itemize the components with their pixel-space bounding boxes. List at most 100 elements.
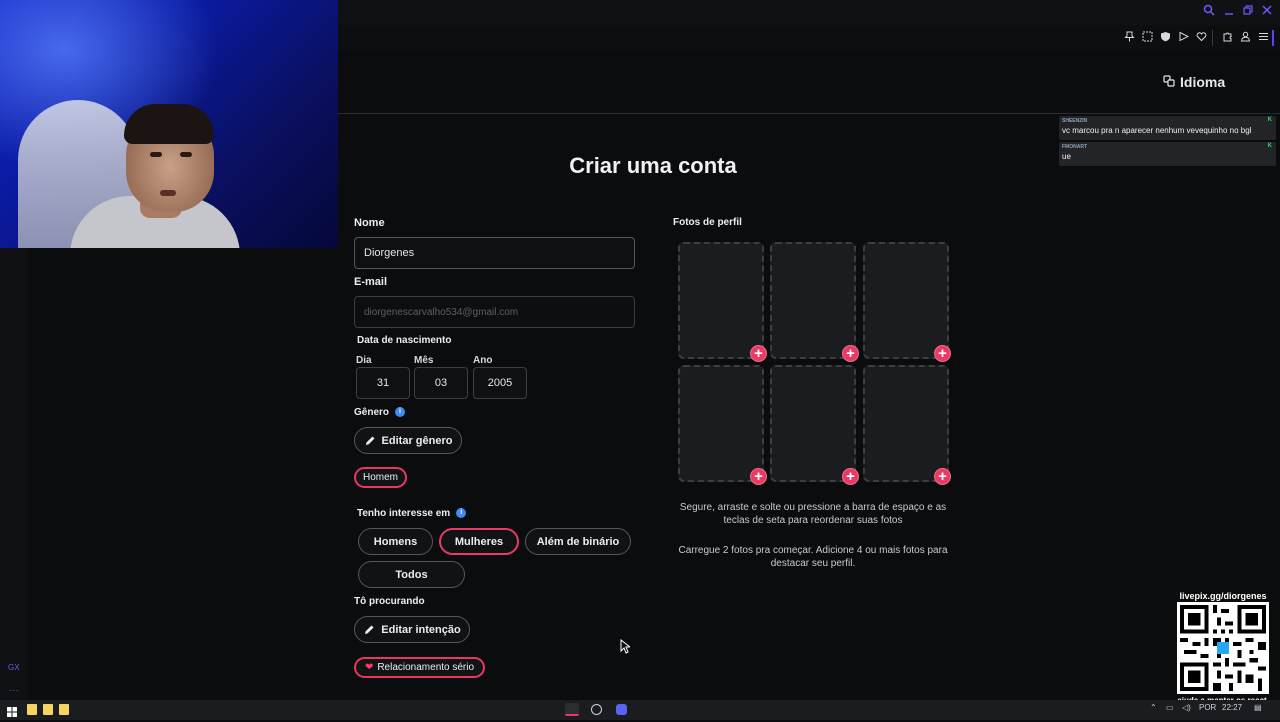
qr-url: livepix.gg/diorgenes (1179, 591, 1267, 601)
photos-label: Fotos de perfil (673, 217, 742, 228)
play-icon[interactable] (1176, 31, 1190, 45)
day-value: 31 (376, 377, 390, 389)
taskbar-app-icon[interactable] (591, 704, 602, 715)
interest-label: Tenho interesse em (357, 508, 451, 519)
month-input[interactable]: 03 (414, 367, 468, 399)
file-explorer-icon[interactable] (27, 704, 37, 715)
year-label: Ano (473, 355, 493, 366)
name-value: Diorgenes (364, 247, 415, 259)
photo-slot[interactable] (678, 365, 764, 482)
year-input[interactable]: 2005 (473, 367, 527, 399)
page-title: Criar uma conta (569, 153, 737, 178)
gender-tag[interactable]: Homem (354, 467, 407, 488)
file-explorer-icon[interactable] (43, 704, 53, 715)
gender-label: Gênero (354, 407, 390, 418)
profile-icon[interactable] (1238, 31, 1252, 45)
search-icon[interactable] (1201, 4, 1217, 20)
edit-intention-label: Editar intenção (381, 623, 461, 636)
pin-icon[interactable] (1122, 31, 1136, 45)
add-photo-icon[interactable]: + (934, 468, 951, 485)
chat-text: ue (1062, 152, 1071, 161)
info-icon[interactable]: i (456, 508, 467, 519)
network-icon[interactable]: ▭ (1166, 703, 1174, 712)
add-photo-icon[interactable]: + (750, 468, 767, 485)
chat-username: FMONART (1062, 144, 1087, 150)
photo-slot[interactable] (770, 365, 856, 482)
photo-slot[interactable] (863, 242, 949, 359)
interest-option-all[interactable]: Todos (358, 561, 465, 588)
photo-slot[interactable] (678, 242, 764, 359)
close-icon[interactable] (1259, 4, 1275, 20)
gender-label-row: Gênero i (354, 407, 406, 418)
info-icon[interactable]: i (395, 407, 406, 418)
add-photo-icon[interactable]: + (842, 345, 859, 362)
language-button[interactable]: Idioma (1163, 74, 1225, 90)
menu-icon[interactable] (1256, 31, 1270, 45)
day-input[interactable]: 31 (356, 367, 410, 399)
windows-start-icon[interactable] (7, 704, 17, 717)
chat-text: vc marcou pra n aparecer nenhum vevequin… (1062, 126, 1252, 135)
minimize-icon[interactable] (1221, 4, 1237, 20)
chat-message: FMONART ue K (1059, 142, 1276, 166)
notification-icon[interactable]: ▤ (1254, 703, 1262, 712)
qr-code (1177, 602, 1269, 694)
taskbar-browser-icon[interactable] (565, 703, 579, 716)
chat-username: SHEENZIN (1062, 118, 1088, 124)
email-value: diorgenescarvalho534@gmail.com (364, 306, 519, 318)
chat-message: SHEENZIN vc marcou pra n aparecer nenhum… (1059, 116, 1276, 140)
heart-icon[interactable] (1194, 31, 1208, 45)
file-explorer-icon[interactable] (59, 704, 69, 715)
tray-clock[interactable]: 22:27 (1222, 703, 1242, 712)
pencil-icon (363, 624, 375, 636)
name-input[interactable]: Diorgenes (354, 237, 635, 269)
language-label: Idioma (1180, 74, 1226, 90)
taskbar (0, 700, 1280, 720)
edit-intention-button[interactable]: Editar intenção (354, 616, 470, 643)
snapshot-icon[interactable] (1140, 31, 1154, 45)
tray-language[interactable]: POR (1199, 703, 1216, 712)
interest-label-row: Tenho interesse em i (357, 508, 467, 519)
photo-slot[interactable] (863, 365, 949, 482)
birth-date-label: Data de nascimento (357, 335, 452, 346)
mouse-cursor-icon (620, 638, 632, 659)
webcam-eye (150, 152, 162, 157)
extensions-icon[interactable] (1220, 31, 1234, 45)
shield-icon[interactable] (1158, 31, 1172, 45)
restore-icon[interactable] (1240, 4, 1256, 20)
browser-accent-bar (1272, 30, 1274, 46)
sidebar-gx-label: GX (8, 663, 20, 672)
site-header (338, 52, 1280, 114)
month-label: Mês (414, 355, 434, 366)
discord-icon[interactable] (616, 704, 627, 715)
webcam-mouth (160, 190, 176, 196)
year-value: 2005 (487, 377, 513, 389)
add-photo-icon[interactable]: + (750, 345, 767, 362)
webcam-hair (124, 104, 214, 144)
sidebar-more-dots[interactable]: ... (9, 683, 20, 693)
interest-option-women[interactable]: Mulheres (439, 528, 519, 555)
email-input[interactable]: diorgenescarvalho534@gmail.com (354, 296, 635, 328)
browser-title-bar (338, 0, 1280, 25)
heart-icon: ❤ (364, 662, 374, 673)
photo-slot[interactable] (770, 242, 856, 359)
looking-for-label: Tô procurando (354, 596, 425, 607)
interest-option-label: Homens (373, 535, 418, 548)
volume-icon[interactable]: ◁) (1182, 703, 1191, 712)
language-icon (1163, 74, 1175, 90)
intention-tag[interactable]: ❤ Relacionamento sério (354, 657, 485, 678)
chat-badge-icon: K (1267, 143, 1272, 149)
reorder-hint: Segure, arraste e solte ou pressione a b… (679, 502, 947, 526)
add-photo-icon[interactable]: + (934, 345, 951, 362)
day-label: Dia (356, 355, 372, 366)
add-photo-icon[interactable]: + (842, 468, 859, 485)
interest-option-label: Além de binário (536, 535, 620, 548)
edit-gender-label: Editar gênero (381, 434, 453, 447)
name-label: Nome (354, 217, 385, 229)
interest-option-nonbinary[interactable]: Além de binário (525, 528, 631, 555)
interest-option-label: Todos (395, 568, 428, 581)
tray-chevron-icon[interactable]: ⌃ (1150, 703, 1157, 712)
upload-hint: Carregue 2 fotos pra começar. Adicione 4… (678, 545, 948, 569)
interest-option-men[interactable]: Homens (358, 528, 433, 555)
edit-gender-button[interactable]: Editar gênero (354, 427, 462, 454)
browser-toolbar (338, 25, 1280, 52)
